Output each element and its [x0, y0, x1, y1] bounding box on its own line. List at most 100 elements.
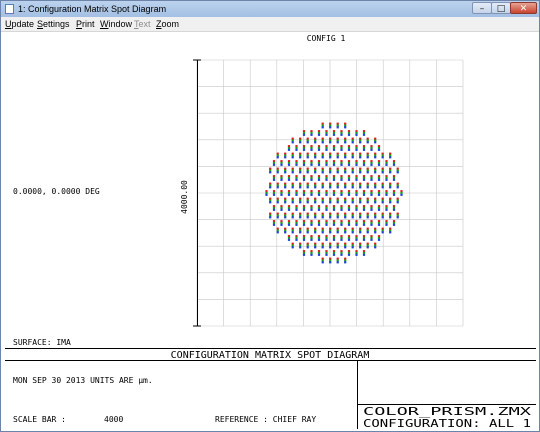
close-button[interactable]: ✕ — [510, 2, 537, 14]
spot-point — [377, 178, 381, 181]
spot-point — [306, 171, 309, 174]
spot-point — [381, 186, 384, 189]
spot-point — [362, 253, 366, 256]
spot-point — [306, 201, 309, 204]
spot-point — [306, 216, 309, 219]
spot-point — [310, 148, 313, 151]
spot-point — [332, 133, 336, 136]
spot-point — [385, 178, 388, 181]
spot-point — [355, 223, 358, 226]
spot-point — [396, 171, 399, 174]
spot-point — [366, 156, 369, 159]
configuration: CONFIGURATION: ALL 1 — [363, 417, 531, 429]
spot-point — [314, 231, 317, 234]
spot-point — [362, 148, 366, 151]
menu-label: pdate — [11, 19, 35, 29]
spot-point — [362, 178, 366, 181]
spot-point — [332, 223, 336, 226]
menu-zoom[interactable]: Zoom — [156, 18, 179, 30]
spot-point — [291, 216, 294, 219]
spot-point — [347, 148, 351, 151]
spot-point — [389, 171, 392, 174]
spot-point — [362, 133, 366, 136]
spot-point — [392, 178, 396, 181]
spot-point — [295, 148, 298, 151]
spot-point — [370, 208, 373, 211]
spot-point — [355, 208, 358, 211]
spot-point — [284, 156, 287, 159]
menu-update[interactable]: Update — [5, 18, 34, 30]
config-label: CONFIG 1 — [307, 34, 346, 43]
menu-label: ext — [138, 19, 151, 29]
spot-point — [347, 133, 351, 136]
spot-point — [374, 216, 377, 219]
spot-point — [392, 163, 396, 166]
spot-point — [377, 238, 381, 241]
spot-point — [351, 141, 354, 144]
spot-point — [276, 186, 279, 189]
spot-point — [336, 231, 339, 234]
spot-point — [351, 156, 354, 159]
spot-point — [310, 208, 313, 211]
spot-point — [280, 223, 283, 226]
spot-point — [340, 223, 343, 226]
spot-point — [374, 156, 377, 159]
spot-point — [329, 201, 332, 204]
spot-point — [284, 231, 287, 234]
spot-point — [359, 246, 362, 249]
spot-point — [377, 193, 381, 196]
menu-bar: Update Settings Print Window Text Zoom — [1, 17, 539, 32]
spot-point — [370, 223, 373, 226]
spot-point — [321, 231, 324, 234]
spot-point — [355, 148, 358, 151]
spot-point — [396, 201, 399, 204]
spot-point — [272, 223, 276, 226]
spot-point — [347, 223, 351, 226]
spot-point — [276, 231, 279, 234]
menu-window[interactable]: Window — [100, 18, 132, 30]
date-units: MON SEP 30 2013 UNITS ARE µm. — [13, 376, 153, 385]
spot-point — [276, 171, 279, 174]
spot-point — [347, 178, 351, 181]
spot-point — [287, 193, 291, 196]
spot-point — [366, 186, 369, 189]
spot-point — [366, 231, 369, 234]
spot-point — [362, 163, 366, 166]
minimize-button[interactable]: – — [472, 2, 492, 14]
spot-point — [374, 141, 377, 144]
spot-point — [325, 133, 328, 136]
reference: REFERENCE : CHIEF RAY — [215, 415, 316, 424]
menu-label: rint — [82, 19, 95, 29]
spot-point — [280, 208, 283, 211]
spot-point — [299, 246, 302, 249]
spot-point — [332, 148, 336, 151]
spot-point — [299, 141, 302, 144]
spot-point — [381, 156, 384, 159]
menu-text[interactable]: Text — [134, 18, 151, 30]
spot-point — [347, 238, 351, 241]
spot-point — [306, 186, 309, 189]
spot-point — [284, 171, 287, 174]
menu-print[interactable]: Print — [76, 18, 95, 30]
spot-point — [276, 216, 279, 219]
spot-point — [385, 193, 388, 196]
spot-point — [276, 201, 279, 204]
spot-point — [385, 208, 388, 211]
spot-point — [310, 193, 313, 196]
spot-point — [359, 186, 362, 189]
spot-point — [325, 238, 328, 241]
spot-point — [295, 238, 298, 241]
spot-point — [370, 238, 373, 241]
spot-point — [347, 208, 351, 211]
spot-point — [344, 201, 347, 204]
spot-point — [336, 141, 339, 144]
title-bar[interactable]: 1: Configuration Matrix Spot Diagram – □… — [1, 1, 539, 17]
spot-point — [336, 171, 339, 174]
spot-point — [366, 141, 369, 144]
maximize-button[interactable]: □ — [491, 2, 511, 14]
spot-point — [370, 163, 373, 166]
menu-settings[interactable]: Settings — [37, 18, 70, 30]
spot-point — [370, 178, 373, 181]
spot-point — [321, 201, 324, 204]
spot-point — [306, 246, 309, 249]
